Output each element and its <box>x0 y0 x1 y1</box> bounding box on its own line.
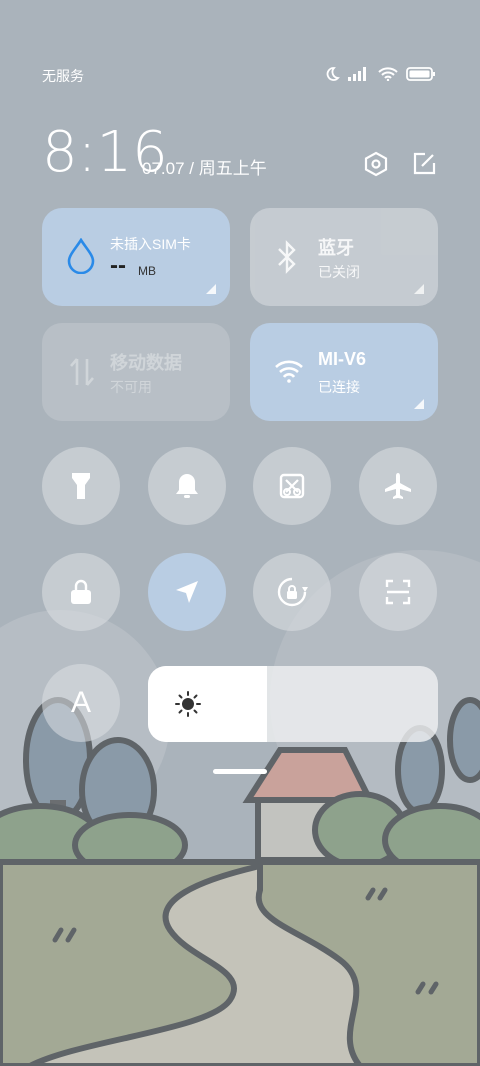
location-toggle[interactable] <box>148 553 226 631</box>
brightness-slider[interactable] <box>148 666 438 742</box>
data-arrows-icon <box>70 358 94 386</box>
carrier-label: 无服务 <box>42 68 84 84</box>
brightness-fill <box>148 666 267 742</box>
wifi-status: 已连接 <box>318 379 360 395</box>
airplane-icon <box>385 473 411 499</box>
moon-icon <box>326 67 340 81</box>
data-unit: MB <box>138 264 156 278</box>
mobile-data-title: 移动数据 <box>110 353 182 373</box>
home-indicator[interactable] <box>213 769 267 774</box>
wifi-tile[interactable]: MI-V6 已连接 <box>250 323 438 421</box>
sun-icon <box>175 691 201 717</box>
edit-icon <box>413 152 436 175</box>
wifi-network-name: MI-V6 <box>318 349 367 369</box>
battery-icon <box>406 67 435 81</box>
airplane-toggle[interactable] <box>359 447 437 525</box>
auto-brightness-toggle[interactable]: A <box>42 664 120 742</box>
flashlight-toggle[interactable] <box>42 447 120 525</box>
auto-brightness-label: A <box>70 686 91 719</box>
sim-status-label: 未插入SIM卡 <box>110 236 191 252</box>
scan-icon <box>385 579 411 605</box>
drop-icon <box>67 238 95 274</box>
bluetooth-icon <box>278 240 296 274</box>
settings-button[interactable] <box>362 150 390 183</box>
status-icons <box>324 66 436 82</box>
bell-icon <box>176 474 198 498</box>
screenshot-icon <box>279 473 305 499</box>
lock-icon <box>71 579 91 604</box>
scanner-toggle[interactable] <box>359 553 437 631</box>
clock-date: 07.07 / 周五上午 <box>142 159 267 178</box>
ring-toggle[interactable] <box>148 447 226 525</box>
rotation-lock-icon <box>277 577 308 607</box>
bluetooth-status: 已关闭 <box>318 264 360 280</box>
edit-button[interactable] <box>410 150 438 183</box>
mobile-data-tile[interactable]: 移动数据 不可用 <box>42 323 230 421</box>
mobile-data-status: 不可用 <box>110 379 152 395</box>
rotation-lock-toggle[interactable] <box>253 553 331 631</box>
data-usage-tile[interactable]: 未插入SIM卡 -- MB <box>42 208 230 306</box>
bluetooth-tile[interactable]: 蓝牙 已关闭 <box>250 208 438 306</box>
expand-corner <box>414 284 424 294</box>
expand-corner <box>414 399 424 409</box>
wifi-icon <box>275 360 303 383</box>
expand-corner <box>206 284 216 294</box>
screenshot-toggle[interactable] <box>253 447 331 525</box>
lock-screen-toggle[interactable] <box>42 553 120 631</box>
flashlight-icon <box>72 473 90 499</box>
location-icon <box>176 581 198 603</box>
settings-icon <box>364 151 388 177</box>
bluetooth-title: 蓝牙 <box>318 238 354 258</box>
wifi-icon <box>378 67 398 81</box>
signal-icon <box>348 67 366 81</box>
data-value: -- <box>110 252 126 279</box>
